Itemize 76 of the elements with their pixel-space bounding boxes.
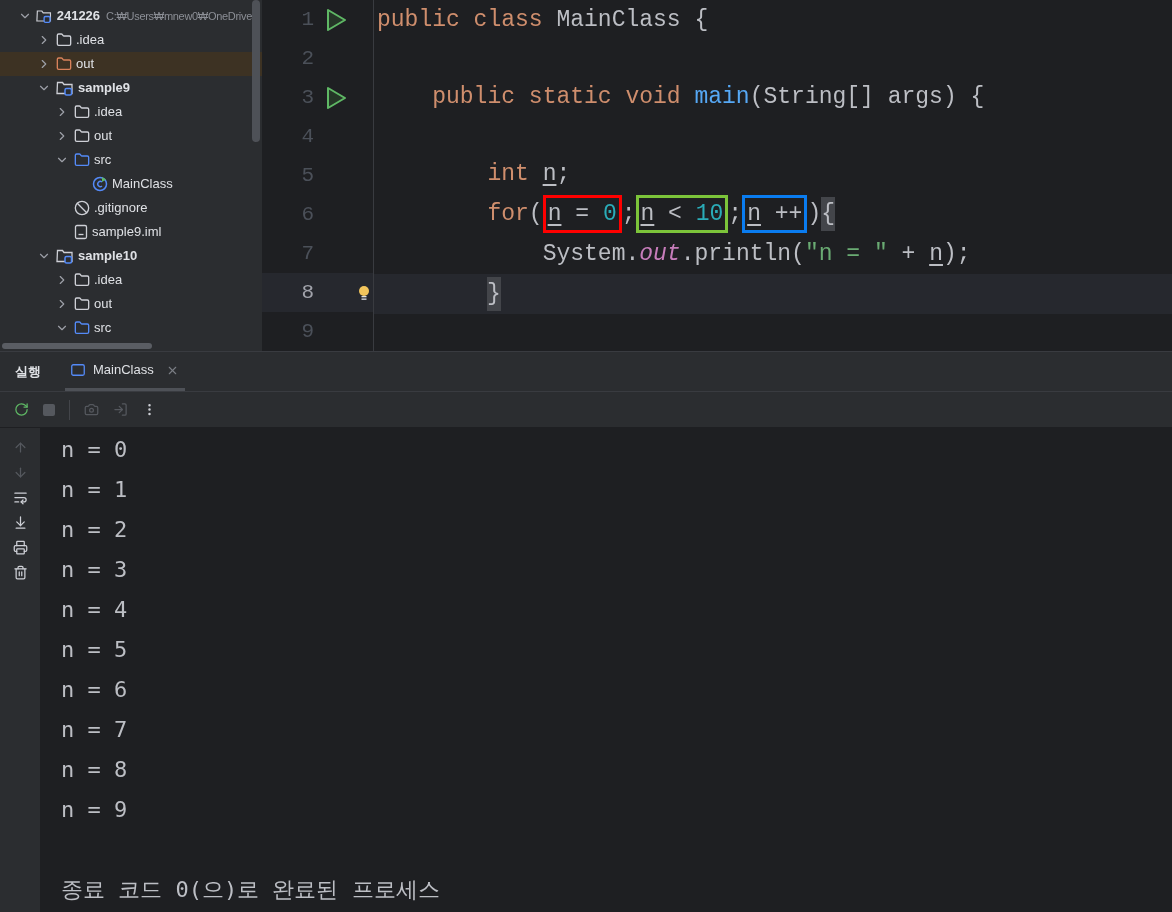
folder-icon: [56, 32, 72, 48]
print-icon[interactable]: [12, 540, 28, 555]
class-icon: [92, 176, 108, 192]
tree-label: .idea: [76, 31, 105, 50]
code-line: int n;: [486, 159, 571, 189]
tree-label: src: [94, 151, 112, 170]
exit-message: 종료 코드 0(으)로 완료된 프로세스: [61, 876, 440, 904]
folder-icon: [74, 272, 90, 288]
output-line: n = 9: [61, 796, 128, 824]
tree-item[interactable]: 241226 C:₩Users₩mnew0₩OneDrive: [0, 4, 262, 28]
folder-icon: [74, 128, 90, 144]
folder-icon: [56, 56, 72, 72]
file-icon: [74, 224, 88, 240]
lightbulb-icon[interactable]: [357, 284, 370, 301]
soft-wrap-icon[interactable]: [12, 490, 28, 505]
code-line: System.out.println("n = " + n);: [541, 239, 971, 269]
output-line: n = 5: [61, 636, 128, 664]
run-panel-title: 실행: [15, 362, 41, 381]
tree-label: out: [94, 127, 113, 146]
tree-item[interactable]: out: [0, 124, 262, 148]
code-line: public static void main(String[] args) {: [431, 82, 985, 112]
path-label: C:₩Users₩mnew0₩OneDrive: [106, 8, 252, 24]
output-line: n = 8: [61, 756, 128, 784]
highlight-frame: n < 10: [635, 195, 729, 233]
tree-label: 241226: [56, 7, 101, 26]
tree-label: sample9.iml: [92, 223, 162, 242]
tree-label: out: [76, 55, 95, 74]
tree-item[interactable]: sample9: [0, 76, 262, 100]
module-folder-icon: [36, 8, 53, 24]
tree-label: sample10: [78, 247, 138, 266]
tree-label: .idea: [94, 103, 123, 122]
folder-icon: [74, 104, 90, 120]
code-line: for( n = 0 ; n < 10 ; n ++ ){: [377, 194, 835, 234]
tree-label: sample9: [78, 79, 131, 98]
output-line: n = 3: [61, 556, 128, 584]
tree-item[interactable]: out: [0, 52, 262, 76]
tree-item[interactable]: .idea: [0, 268, 262, 292]
tree-item[interactable]: sample10: [0, 244, 262, 268]
highlight-frame: n = 0: [542, 195, 622, 233]
tree-label: MainClass: [112, 175, 173, 194]
tree-item[interactable]: MainClass: [0, 172, 262, 196]
output-line: n = 4: [61, 596, 128, 624]
output-line: n = 1: [61, 476, 128, 504]
folder-icon: [74, 320, 90, 336]
rerun-icon[interactable]: [14, 402, 29, 417]
tree-label: .idea: [94, 271, 123, 290]
module-folder-icon: [56, 80, 74, 96]
highlight-frame: n ++: [742, 195, 808, 233]
tree-item[interactable]: sample9.iml: [0, 220, 262, 244]
line-number: 8: [300, 279, 314, 306]
no-entry-icon: [74, 200, 90, 216]
tree-label: .gitignore: [94, 199, 148, 218]
folder-icon: [74, 152, 90, 168]
tree-item[interactable]: src: [0, 316, 262, 340]
tree-item[interactable]: .gitignore: [0, 196, 262, 220]
tree-label: out: [94, 295, 113, 314]
output-line: n = 0: [61, 436, 128, 464]
module-folder-icon: [56, 248, 74, 264]
output-line: n = 6: [61, 676, 128, 704]
window-icon: [71, 364, 85, 376]
tree-item[interactable]: out: [0, 292, 262, 316]
tree-item[interactable]: .idea: [0, 28, 262, 52]
run-icon[interactable]: [324, 85, 348, 110]
tab-label: MainClass: [93, 361, 154, 380]
vertical-scrollbar[interactable]: [252, 0, 260, 142]
output-line: n = 7: [61, 716, 128, 744]
tree-item[interactable]: .idea: [0, 100, 262, 124]
folder-icon: [74, 296, 90, 312]
tree-label: src: [94, 319, 112, 338]
code-line: public class MainClass {: [377, 5, 709, 35]
run-icon[interactable]: [324, 7, 348, 32]
trash-icon[interactable]: [12, 565, 28, 580]
output-line: n = 2: [61, 516, 128, 544]
horizontal-scrollbar[interactable]: [2, 343, 152, 349]
code-line: }: [377, 274, 501, 314]
tree-item[interactable]: src: [0, 148, 262, 172]
